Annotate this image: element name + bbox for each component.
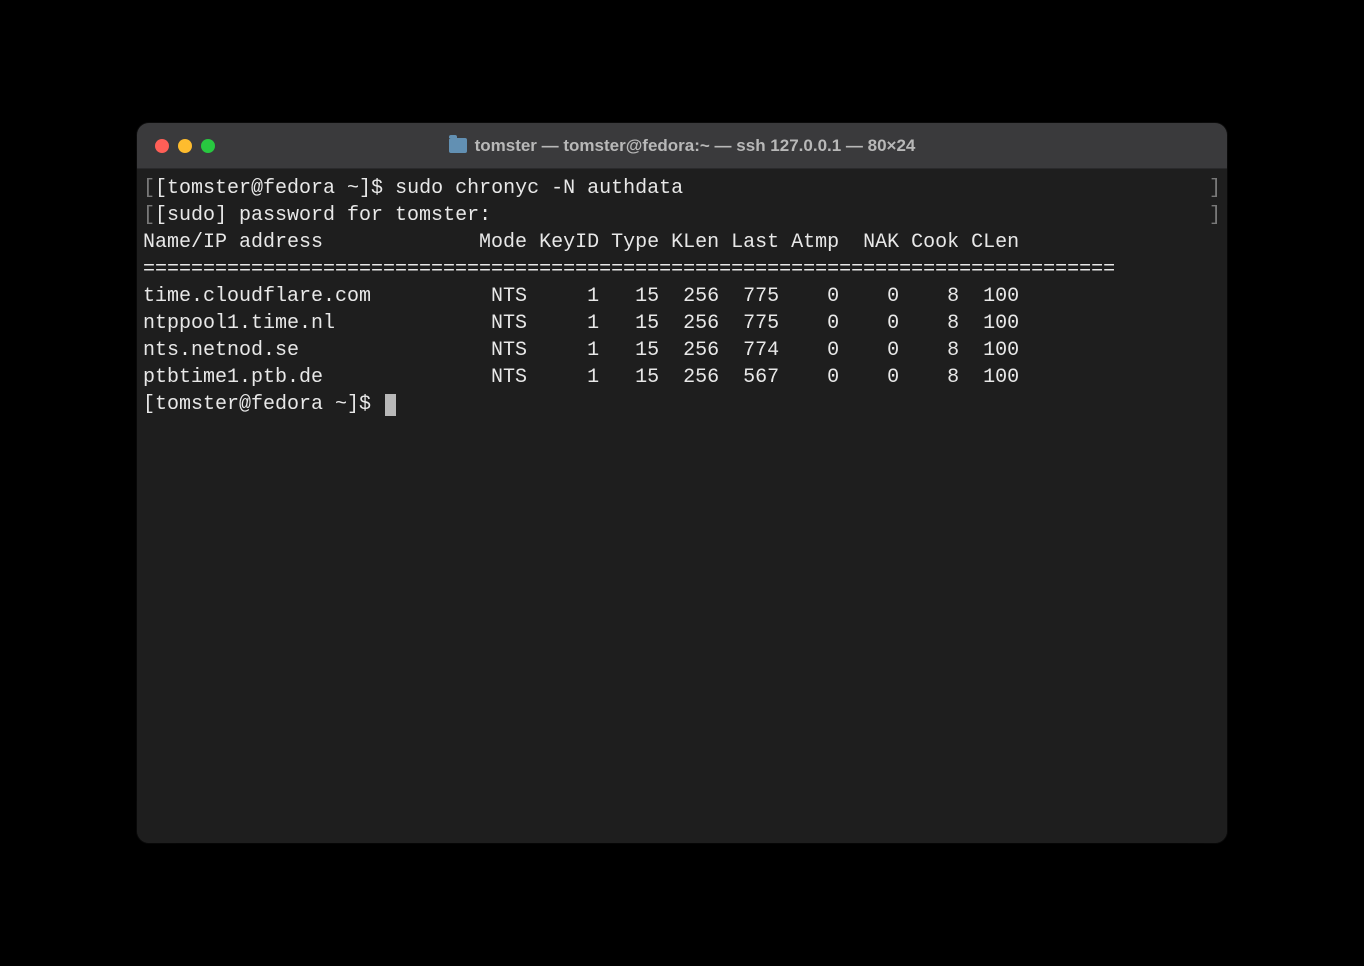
table-separator: ========================================… (143, 256, 1221, 283)
shell-prompt: [tomster@fedora ~]$ (143, 393, 383, 416)
cursor-icon (385, 394, 396, 416)
terminal-body[interactable]: [[tomster@fedora ~]$ sudo chronyc -N aut… (137, 169, 1227, 843)
table-row: time.cloudflare.com NTS 1 15 256 775 0 0… (143, 283, 1221, 310)
minimize-button[interactable] (178, 139, 192, 153)
titlebar: tomster — tomster@fedora:~ — ssh 127.0.0… (137, 123, 1227, 169)
table-header: Name/IP address Mode KeyID Type KLen Las… (143, 229, 1221, 256)
table-row: nts.netnod.se NTS 1 15 256 774 0 0 8 100 (143, 337, 1221, 364)
window-title: tomster — tomster@fedora:~ — ssh 127.0.0… (475, 136, 916, 156)
command-input: sudo chronyc -N authdata (395, 177, 683, 200)
terminal-window: tomster — tomster@fedora:~ — ssh 127.0.0… (137, 123, 1227, 843)
maximize-button[interactable] (201, 139, 215, 153)
traffic-lights (155, 139, 215, 153)
sudo-prompt: [sudo] password for tomster: (155, 204, 491, 227)
shell-prompt: [tomster@fedora ~]$ (155, 177, 395, 200)
folder-icon (449, 138, 467, 153)
table-row: ntppool1.time.nl NTS 1 15 256 775 0 0 8 … (143, 310, 1221, 337)
title-wrap: tomster — tomster@fedora:~ — ssh 127.0.0… (137, 136, 1227, 156)
table-row: ptbtime1.ptb.de NTS 1 15 256 567 0 0 8 1… (143, 364, 1221, 391)
close-button[interactable] (155, 139, 169, 153)
